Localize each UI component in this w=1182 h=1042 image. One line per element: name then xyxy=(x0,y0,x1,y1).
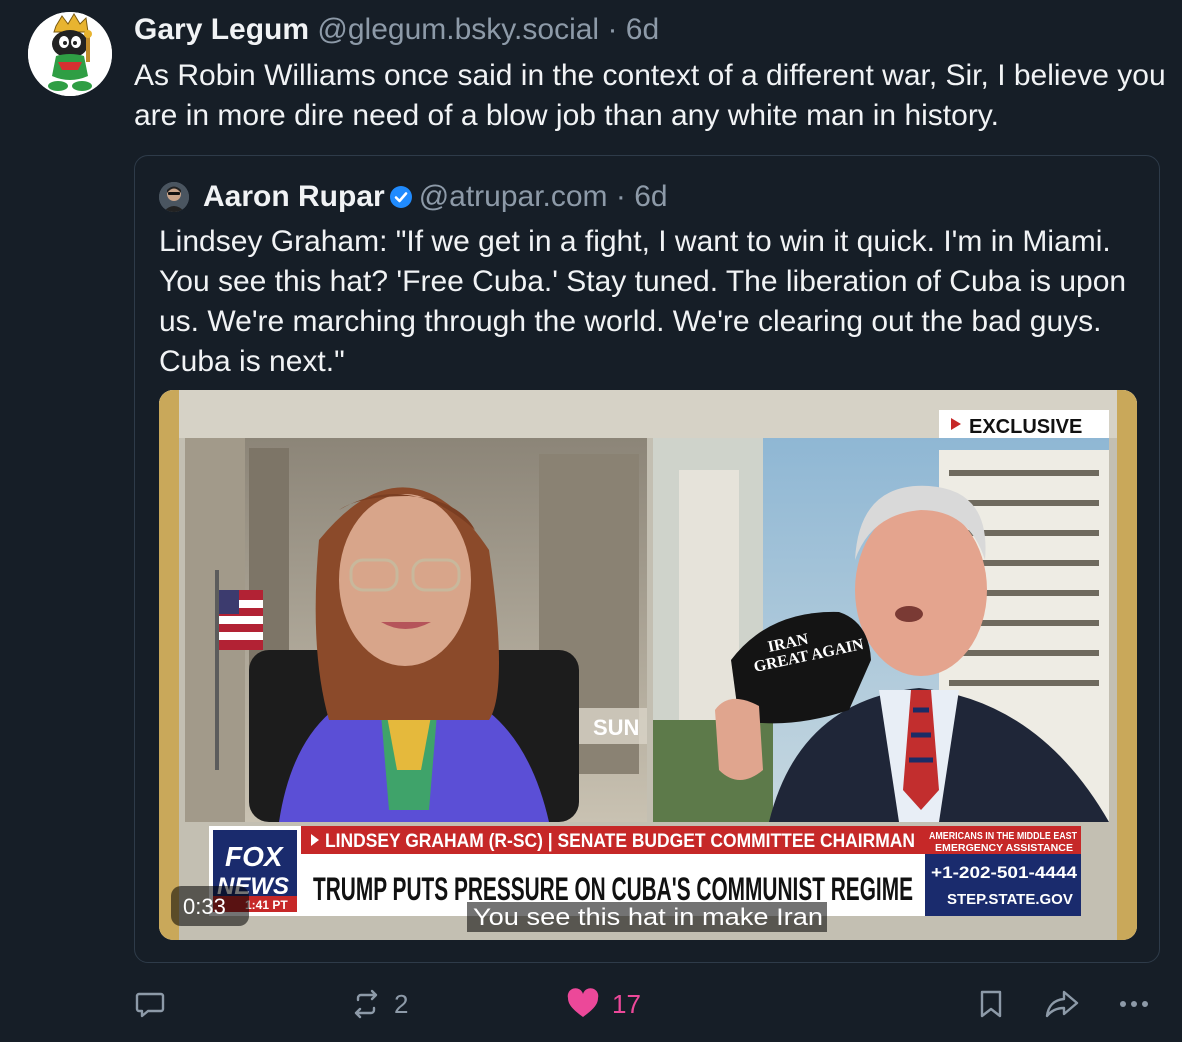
avatar-illustration xyxy=(28,12,112,96)
post-text: As Robin Williams once said in the conte… xyxy=(134,59,1166,132)
post-actions: 2 17 xyxy=(0,980,1182,1034)
video-caption: You see this hat in make Iran xyxy=(473,904,823,931)
post-header: Gary Legum @glegum.bsky.social · 6d xyxy=(134,12,659,48)
like-count: 17 xyxy=(612,988,641,1019)
exclusive-label: EXCLUSIVE xyxy=(969,416,1082,438)
video-timestamp: 0:33 xyxy=(183,894,226,919)
more-icon xyxy=(1120,1001,1148,1007)
quote-author-name[interactable]: Aaron Rupar xyxy=(203,180,385,213)
bookmark-icon xyxy=(980,990,1002,1018)
side-box-site: STEP.STATE.GOV xyxy=(947,891,1073,908)
bookmark-button[interactable] xyxy=(976,988,1006,1020)
reply-button[interactable] xyxy=(134,988,166,1020)
author-handle[interactable]: @glegum.bsky.social xyxy=(317,13,599,46)
quote-avatar-illustration xyxy=(159,182,189,212)
quote-card[interactable]: Aaron Rupar @atrupar.com · 6d Lindsey Gr… xyxy=(134,155,1160,963)
side-box-phone: +1-202-501-4444 xyxy=(931,863,1078,882)
verified-badge-icon xyxy=(389,186,412,208)
video-frame: SUN IRAN GREAT AGAIN EXCLUSIVE FOX NEWS … xyxy=(159,390,1137,940)
quote-time[interactable]: 6d xyxy=(634,180,667,213)
lower-third-main: TRUMP PUTS PRESSURE ON CUBA'S COMMUNIST … xyxy=(313,871,913,907)
reply-icon xyxy=(135,992,165,1018)
quote-author-handle[interactable]: @atrupar.com xyxy=(419,180,608,213)
fox-logo-line1: FOX xyxy=(225,841,285,872)
author-name[interactable]: Gary Legum xyxy=(134,13,309,46)
lower-third-top: LINDSEY GRAHAM (R-SC) | SENATE BUDGET CO… xyxy=(325,831,915,852)
author-avatar[interactable] xyxy=(28,12,112,96)
building-sign: SUN xyxy=(593,715,639,740)
separator: · xyxy=(607,13,618,46)
video-player[interactable]: SUN IRAN GREAT AGAIN EXCLUSIVE FOX NEWS … xyxy=(159,390,1137,940)
side-box-line1: AMERICANS IN THE MIDDLE EAST xyxy=(929,831,1077,842)
fox-clock: 1:41 PT xyxy=(245,898,288,912)
heart-icon xyxy=(567,988,599,1017)
quote-separator: · xyxy=(615,180,626,213)
side-box-line2: EMERGENCY ASSISTANCE xyxy=(935,843,1073,854)
repost-count: 2 xyxy=(394,988,409,1019)
like-button[interactable]: 17 xyxy=(566,988,641,1020)
share-button[interactable] xyxy=(1044,988,1080,1020)
quote-text: Lindsey Graham: "If we get in a fight, I… xyxy=(159,225,1127,378)
share-icon xyxy=(1045,990,1079,1018)
quote-header: Aaron Rupar @atrupar.com · 6d xyxy=(203,178,668,216)
repost-icon xyxy=(354,989,378,1019)
repost-button[interactable]: 2 xyxy=(350,988,408,1020)
quote-author-avatar[interactable] xyxy=(159,182,189,212)
post: Gary Legum @glegum.bsky.social · 6d As R… xyxy=(0,0,1182,1042)
more-options-button[interactable] xyxy=(1116,988,1152,1020)
post-time[interactable]: 6d xyxy=(626,13,659,46)
